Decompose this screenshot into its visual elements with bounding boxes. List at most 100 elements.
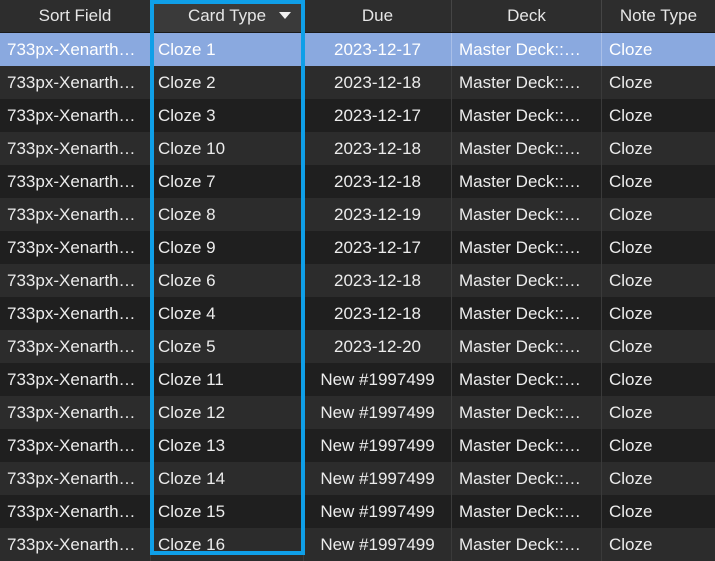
cell-due: New #1997499 xyxy=(304,528,452,561)
cell-sort-field: 733px-Xenarth… xyxy=(0,363,151,396)
cell-note-type: Cloze xyxy=(609,205,653,224)
cell-card-type: Cloze 1 xyxy=(151,33,304,66)
cell-card-type: Cloze 12 xyxy=(151,396,304,429)
cell-card-type: Cloze 10 xyxy=(151,132,304,165)
table-row[interactable]: 733px-Xenarth… Cloze 1 2023-12-17 Master De… xyxy=(0,33,715,66)
cell-deck: Master Deck::… xyxy=(452,363,602,396)
cell-deck: Master Deck::… xyxy=(452,33,602,66)
column-header-label: Due xyxy=(361,6,394,25)
column-header-label: Note Type xyxy=(619,6,698,25)
cell-note-type: Cloze xyxy=(609,370,653,389)
cell-due: 2023-12-18 xyxy=(304,132,452,165)
cell-note-type: Cloze xyxy=(609,436,653,455)
cell-deck: Master Deck::… xyxy=(452,528,602,561)
cell-sort-field: 733px-Xenarth… xyxy=(0,462,151,495)
cell-deck: Master Deck::… xyxy=(452,66,602,99)
cell-deck: Master Deck::… xyxy=(452,429,602,462)
cell-card-type: Cloze 13 xyxy=(151,429,304,462)
cell-card-type: Cloze 7 xyxy=(151,165,304,198)
table-body: 733px-Xenarth… Cloze 1 2023-12-17 Master De… xyxy=(0,33,715,561)
cell-deck: Master Deck::… xyxy=(452,396,602,429)
table-row[interactable]: 733px-Xenarth… Cloze 8 2023-12-19 Master De… xyxy=(0,198,715,231)
cell-sort-field: 733px-Xenarth… xyxy=(0,33,151,66)
cell-due: 2023-12-18 xyxy=(304,264,452,297)
table-row[interactable]: 733px-Xenarth… Cloze 6 2023-12-18 Master De… xyxy=(0,264,715,297)
cell-card-type: Cloze 15 xyxy=(151,495,304,528)
table-row[interactable]: 733px-Xenarth… Cloze 2 2023-12-18 Master De… xyxy=(0,66,715,99)
cell-card-type: Cloze 6 xyxy=(151,264,304,297)
cell-note-type: Cloze xyxy=(609,238,653,257)
table-header: Sort Field Card Type Due Deck Note Type xyxy=(0,0,715,33)
cell-due: 2023-12-18 xyxy=(304,165,452,198)
table-row[interactable]: 733px-Xenarth… Cloze 11 New #1997499 Master… xyxy=(0,363,715,396)
cell-due: New #1997499 xyxy=(304,396,452,429)
cell-card-type: Cloze 11 xyxy=(151,363,304,396)
column-header-label: Card Type xyxy=(187,6,267,25)
table-row[interactable]: 733px-Xenarth… Cloze 3 2023-12-17 Master De… xyxy=(0,99,715,132)
cell-sort-field: 733px-Xenarth… xyxy=(0,66,151,99)
cell-due: New #1997499 xyxy=(304,462,452,495)
cell-sort-field: 733px-Xenarth… xyxy=(0,198,151,231)
column-header-label: Sort Field xyxy=(38,6,112,25)
cell-sort-field: 733px-Xenarth… xyxy=(0,231,151,264)
cell-card-type: Cloze 3 xyxy=(151,99,304,132)
cell-card-type: Cloze 8 xyxy=(151,198,304,231)
cell-due: 2023-12-17 xyxy=(304,33,452,66)
cell-card-type: Cloze 4 xyxy=(151,297,304,330)
card-browser-table: Sort Field Card Type Due Deck Note Type … xyxy=(0,0,715,561)
cell-deck: Master Deck::… xyxy=(452,99,602,132)
cell-note-type: Cloze xyxy=(609,469,653,488)
table-row[interactable]: 733px-Xenarth… Cloze 14 New #1997499 Master… xyxy=(0,462,715,495)
table-row[interactable]: 733px-Xenarth… Cloze 16 New #1997499 Master… xyxy=(0,528,715,561)
cell-note-type: Cloze xyxy=(609,172,653,191)
cell-due: 2023-12-19 xyxy=(304,198,452,231)
column-header-deck[interactable]: Deck xyxy=(452,0,602,32)
cell-note-type: Cloze xyxy=(609,73,653,92)
cell-note-type: Cloze xyxy=(609,139,653,158)
cell-card-type: Cloze 2 xyxy=(151,66,304,99)
column-header-sort-field[interactable]: Sort Field xyxy=(0,0,151,32)
cell-deck: Master Deck::… xyxy=(452,264,602,297)
table-row[interactable]: 733px-Xenarth… Cloze 15 New #1997499 Master… xyxy=(0,495,715,528)
table-row[interactable]: 733px-Xenarth… Cloze 10 2023-12-18 Master D… xyxy=(0,132,715,165)
cell-card-type: Cloze 16 xyxy=(151,528,304,561)
cell-sort-field: 733px-Xenarth… xyxy=(0,396,151,429)
cell-sort-field: 733px-Xenarth… xyxy=(0,528,151,561)
cell-sort-field: 733px-Xenarth… xyxy=(0,99,151,132)
table-row[interactable]: 733px-Xenarth… Cloze 9 2023-12-17 Master De… xyxy=(0,231,715,264)
cell-deck: Master Deck::… xyxy=(452,165,602,198)
column-header-note-type[interactable]: Note Type xyxy=(602,0,715,32)
column-header-card-type[interactable]: Card Type xyxy=(151,0,304,32)
cell-sort-field: 733px-Xenarth… xyxy=(0,429,151,462)
cell-due: 2023-12-18 xyxy=(304,66,452,99)
cell-sort-field: 733px-Xenarth… xyxy=(0,297,151,330)
cell-note-type: Cloze xyxy=(609,535,653,554)
cell-due: 2023-12-17 xyxy=(304,99,452,132)
cell-sort-field: 733px-Xenarth… xyxy=(0,495,151,528)
table-row[interactable]: 733px-Xenarth… Cloze 4 2023-12-18 Master De… xyxy=(0,297,715,330)
cell-due: New #1997499 xyxy=(304,363,452,396)
table-row[interactable]: 733px-Xenarth… Cloze 7 2023-12-18 Master De… xyxy=(0,165,715,198)
table-row[interactable]: 733px-Xenarth… Cloze 13 New #1997499 Master… xyxy=(0,429,715,462)
cell-deck: Master Deck::… xyxy=(452,132,602,165)
cell-due: New #1997499 xyxy=(304,429,452,462)
table-row[interactable]: 733px-Xenarth… Cloze 5 2023-12-20 Master De… xyxy=(0,330,715,363)
cell-due: New #1997499 xyxy=(304,495,452,528)
cell-note-type: Cloze xyxy=(609,337,653,356)
sort-descending-icon xyxy=(279,12,291,19)
cell-due: 2023-12-17 xyxy=(304,231,452,264)
cell-deck: Master Deck::… xyxy=(452,462,602,495)
cell-sort-field: 733px-Xenarth… xyxy=(0,264,151,297)
cell-card-type: Cloze 5 xyxy=(151,330,304,363)
cell-due: 2023-12-18 xyxy=(304,297,452,330)
cell-sort-field: 733px-Xenarth… xyxy=(0,165,151,198)
cell-due: 2023-12-20 xyxy=(304,330,452,363)
table-row[interactable]: 733px-Xenarth… Cloze 12 New #1997499 Master… xyxy=(0,396,715,429)
cell-sort-field: 733px-Xenarth… xyxy=(0,330,151,363)
column-header-due[interactable]: Due xyxy=(304,0,452,32)
cell-deck: Master Deck::… xyxy=(452,330,602,363)
cell-deck: Master Deck::… xyxy=(452,231,602,264)
cell-note-type: Cloze xyxy=(609,304,653,323)
cell-note-type: Cloze xyxy=(609,40,653,59)
cell-card-type: Cloze 9 xyxy=(151,231,304,264)
